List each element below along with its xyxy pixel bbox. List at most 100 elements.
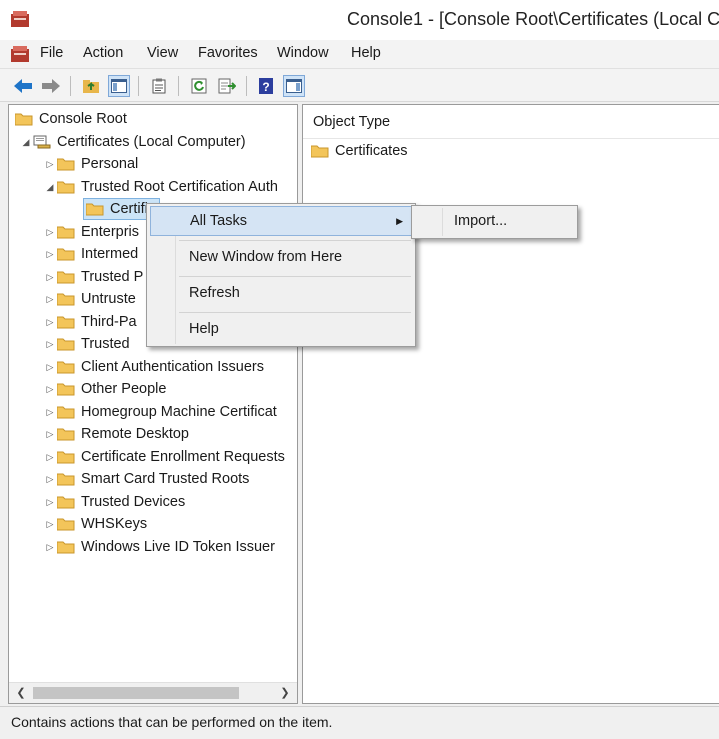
console-icon[interactable] xyxy=(10,45,30,63)
menu-view[interactable]: View xyxy=(147,45,178,61)
export-list-icon[interactable] xyxy=(216,75,238,97)
menu-item-new-window[interactable]: New Window from Here xyxy=(150,243,412,273)
toolbar-separator xyxy=(178,76,179,96)
expanded-arrow-icon[interactable]: ◢ xyxy=(43,182,57,193)
tree-item-trusted-people[interactable]: ▷ Trusted xyxy=(43,333,130,355)
collapsed-arrow-icon[interactable]: ▷ xyxy=(43,452,57,463)
column-header-object-type[interactable]: Object Type xyxy=(303,105,719,139)
folder-icon xyxy=(57,540,75,554)
collapsed-arrow-icon[interactable]: ▷ xyxy=(43,272,57,283)
folder-icon xyxy=(57,225,75,239)
tree-item-trusted-root[interactable]: ◢ Trusted Root Certification Auth xyxy=(43,176,278,198)
expanded-arrow-icon[interactable]: ◢ xyxy=(19,137,33,148)
menu-file[interactable]: File xyxy=(40,45,63,61)
folder-icon xyxy=(86,202,104,216)
folder-icon xyxy=(57,157,75,171)
all-tasks-submenu: Import... xyxy=(411,205,578,239)
collapsed-arrow-icon[interactable]: ▷ xyxy=(43,339,57,350)
tree-item-enterprise[interactable]: ▷ Enterpris xyxy=(43,221,140,243)
collapsed-arrow-icon[interactable]: ▷ xyxy=(43,249,57,260)
toolbar: ? xyxy=(0,68,719,102)
column-header-label: Object Type xyxy=(313,114,391,130)
collapsed-arrow-icon[interactable]: ▷ xyxy=(43,227,57,238)
window-title: Console1 - [Console Root\Certificates (L… xyxy=(347,9,719,29)
collapsed-arrow-icon[interactable]: ▷ xyxy=(43,317,57,328)
tree-item-other-people[interactable]: ▷ Other People xyxy=(43,378,167,400)
menu-item-all-tasks[interactable]: All Tasks ▶ xyxy=(150,206,412,236)
tree-label: Client Authentication Issuers xyxy=(81,359,264,375)
menu-item-import[interactable]: Import... xyxy=(415,209,573,235)
scrollbar-thumb[interactable] xyxy=(33,687,239,699)
collapsed-arrow-icon[interactable]: ▷ xyxy=(43,407,57,418)
collapsed-arrow-icon[interactable]: ▷ xyxy=(43,384,57,395)
tree-item-homegroup[interactable]: ▷ Homegroup Machine Certificat xyxy=(43,401,277,423)
clipboard-icon[interactable] xyxy=(148,75,170,97)
menu-separator xyxy=(179,312,411,313)
tree-item-trusted-devices[interactable]: ▷ Trusted Devices xyxy=(43,491,186,513)
status-bar: Contains actions that can be performed o… xyxy=(0,706,719,739)
toolbar-separator xyxy=(138,76,139,96)
list-item-label: Certificates xyxy=(335,143,408,159)
console-tree-pane[interactable]: Console Root ◢ Certificates (Local Compu… xyxy=(8,104,298,704)
tree-item-live-id[interactable]: ▷ Windows Live ID Token Issuer xyxy=(43,536,275,558)
tree-label: Personal xyxy=(81,156,139,172)
submenu-arrow-icon: ▶ xyxy=(396,216,403,226)
folder-icon xyxy=(57,472,75,486)
mmc-app-icon[interactable] xyxy=(10,10,30,28)
refresh-icon[interactable] xyxy=(188,75,210,97)
tree-label: Certificate Enrollment Requests xyxy=(81,449,285,465)
up-folder-icon[interactable] xyxy=(80,75,102,97)
horizontal-scrollbar[interactable]: ❮ ❯ xyxy=(9,682,297,703)
results-pane[interactable]: Object Type Certificates xyxy=(302,104,719,704)
toolbar-separator xyxy=(70,76,71,96)
tree-item-certificates-local-computer[interactable]: ◢ Certificates (Local Computer) xyxy=(19,131,246,153)
tree-label: Other People xyxy=(81,381,167,397)
menu-favorites[interactable]: Favorites xyxy=(198,45,258,61)
tree-item-enrollment-requests[interactable]: ▷ Certificate Enrollment Requests xyxy=(43,446,285,468)
folder-icon xyxy=(57,517,75,531)
collapsed-arrow-icon[interactable]: ▷ xyxy=(43,474,57,485)
toolbar-separator xyxy=(246,76,247,96)
scroll-left-icon[interactable]: ❮ xyxy=(13,685,29,701)
list-item[interactable]: Certificates xyxy=(311,140,408,162)
collapsed-arrow-icon[interactable]: ▷ xyxy=(43,159,57,170)
tree-item-client-auth[interactable]: ▷ Client Authentication Issuers xyxy=(43,356,264,378)
menu-help[interactable]: Help xyxy=(351,45,381,61)
tree-item-smart-card[interactable]: ▷ Smart Card Trusted Roots xyxy=(43,468,250,490)
menu-action[interactable]: Action xyxy=(83,45,123,61)
tree-item-trusted-publishers[interactable]: ▷ Trusted P xyxy=(43,266,144,288)
menu-bar: File Action View Favorites Window Help xyxy=(0,40,719,68)
collapsed-arrow-icon[interactable]: ▷ xyxy=(43,429,57,440)
tree-item-intermediate[interactable]: ▷ Intermed xyxy=(43,243,139,265)
forward-arrow-icon[interactable] xyxy=(40,75,62,97)
status-text: Contains actions that can be performed o… xyxy=(11,714,333,730)
collapsed-arrow-icon[interactable]: ▷ xyxy=(43,362,57,373)
collapsed-arrow-icon[interactable]: ▷ xyxy=(43,519,57,530)
context-menu: All Tasks ▶ New Window from Here Refresh… xyxy=(146,203,416,347)
folder-icon xyxy=(57,382,75,396)
collapsed-arrow-icon[interactable]: ▷ xyxy=(43,542,57,553)
menu-window[interactable]: Window xyxy=(277,45,329,61)
tree-item-remote-desktop[interactable]: ▷ Remote Desktop xyxy=(43,423,189,445)
show-hide-action-pane-icon[interactable] xyxy=(283,75,305,97)
scroll-right-icon[interactable]: ❯ xyxy=(277,685,293,701)
folder-icon xyxy=(57,270,75,284)
tree-item-console-root[interactable]: Console Root xyxy=(15,108,127,130)
menu-item-label: Refresh xyxy=(189,285,240,301)
menu-separator xyxy=(179,276,411,277)
menu-item-help[interactable]: Help xyxy=(150,315,412,345)
back-arrow-icon[interactable] xyxy=(12,75,34,97)
tree-item-whskeys[interactable]: ▷ WHSKeys xyxy=(43,513,148,535)
tree-label: Windows Live ID Token Issuer xyxy=(81,539,275,555)
folder-icon xyxy=(57,427,75,441)
show-hide-tree-icon[interactable] xyxy=(108,75,130,97)
tree-item-personal[interactable]: ▷ Personal xyxy=(43,153,139,175)
tree-label: WHSKeys xyxy=(81,516,148,532)
collapsed-arrow-icon[interactable]: ▷ xyxy=(43,294,57,305)
menu-item-refresh[interactable]: Refresh xyxy=(150,279,412,309)
tree-item-untrusted[interactable]: ▷ Untruste xyxy=(43,288,136,310)
help-icon[interactable]: ? xyxy=(255,75,277,97)
collapsed-arrow-icon[interactable]: ▷ xyxy=(43,497,57,508)
tree-label: Enterpris xyxy=(81,224,140,240)
tree-item-third-party[interactable]: ▷ Third-Pa xyxy=(43,311,137,333)
